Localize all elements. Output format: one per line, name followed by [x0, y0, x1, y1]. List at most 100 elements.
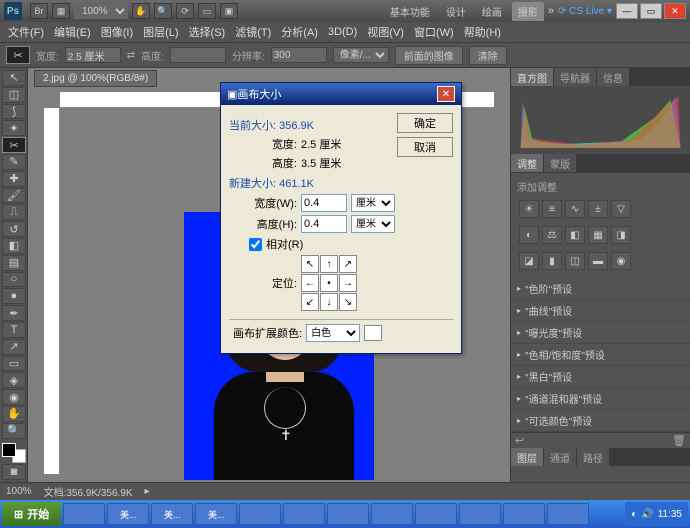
adj-invert-icon[interactable]: ◪ — [519, 252, 539, 270]
screen-mode-icon[interactable]: ▣ — [220, 3, 238, 19]
wand-tool[interactable]: ✦ — [2, 120, 26, 136]
workspace-tab-basic[interactable]: 基本功能 — [384, 2, 436, 21]
text-tool[interactable]: T — [2, 322, 26, 338]
preset-selcol[interactable]: "可选颜色"预设 — [511, 410, 690, 432]
brush-tool[interactable]: 🖌 — [2, 188, 26, 204]
hand-icon[interactable]: ✋ — [132, 3, 150, 19]
menu-image[interactable]: 图像(I) — [97, 22, 137, 42]
ext-color-swatch[interactable] — [364, 325, 382, 341]
tab-layers[interactable]: 图层 — [511, 448, 544, 466]
zoom-select[interactable]: 100% — [74, 4, 128, 19]
anchor-se[interactable]: ↘ — [339, 293, 357, 311]
width-unit-select[interactable]: 厘米 — [351, 194, 395, 212]
task-button[interactable] — [283, 503, 325, 525]
anchor-c[interactable]: • — [320, 274, 338, 292]
tray-clock[interactable]: 11:35 — [658, 509, 682, 520]
task-button[interactable] — [371, 503, 413, 525]
menu-layer[interactable]: 图层(L) — [139, 22, 182, 42]
anchor-e[interactable]: → — [339, 274, 357, 292]
marquee-tool[interactable]: ◫ — [2, 87, 26, 103]
adj-colbal-icon[interactable]: ⚖ — [542, 226, 562, 244]
adj-photo-icon[interactable]: ▦ — [588, 226, 608, 244]
rotate-icon[interactable]: ⟳ — [176, 3, 194, 19]
menu-window[interactable]: 窗口(W) — [410, 22, 458, 42]
tab-navigator[interactable]: 导航器 — [554, 68, 597, 86]
3d-camera-tool[interactable]: ◉ — [2, 389, 26, 405]
anchor-ne[interactable]: ↗ — [339, 255, 357, 273]
zoom-icon[interactable]: 🔍 — [154, 3, 172, 19]
fg-color-swatch[interactable] — [2, 443, 16, 457]
gradient-tool[interactable]: ▤ — [2, 255, 26, 271]
dialog-titlebar[interactable]: ▣ 画布大小 ✕ — [221, 83, 461, 105]
new-width-input[interactable] — [301, 194, 347, 212]
adj-poster-icon[interactable]: ▮ — [542, 252, 562, 270]
adj-curves-icon[interactable]: ∿ — [565, 200, 585, 218]
bridge-icon[interactable]: Br — [30, 3, 48, 19]
cancel-button[interactable]: 取消 — [397, 137, 453, 157]
menu-help[interactable]: 帮助(H) — [460, 22, 505, 42]
workspace-tab-photo[interactable]: 摄影 — [512, 2, 544, 21]
menu-view[interactable]: 视图(V) — [363, 22, 408, 42]
adj-gradmap-icon[interactable]: ▬ — [588, 252, 608, 270]
preset-return-icon[interactable]: ↩ — [515, 434, 524, 447]
task-button[interactable] — [547, 503, 589, 525]
hand-tool[interactable]: ✋ — [2, 406, 26, 422]
preset-curves[interactable]: "曲线"预设 — [511, 300, 690, 322]
eraser-tool[interactable]: ◧ — [2, 238, 26, 254]
adj-brightness-icon[interactable]: ☀ — [519, 200, 539, 218]
adj-exposure-icon[interactable]: ± — [588, 200, 608, 218]
tab-channels[interactable]: 通道 — [544, 448, 577, 466]
heal-tool[interactable]: ✚ — [2, 171, 26, 187]
anchor-s[interactable]: ↓ — [320, 293, 338, 311]
task-button[interactable]: 美... — [195, 503, 237, 525]
minibridge-icon[interactable]: ▦ — [52, 3, 70, 19]
lasso-tool[interactable]: ⟆ — [2, 104, 26, 120]
zoom-tool[interactable]: 🔍 — [2, 423, 26, 439]
stamp-tool[interactable]: ⎍ — [2, 204, 26, 220]
ext-color-select[interactable]: 白色 — [306, 324, 360, 342]
menu-3d[interactable]: 3D(D) — [324, 24, 361, 40]
preset-hue[interactable]: "色相/饱和度"预设 — [511, 344, 690, 366]
task-button[interactable]: 美... — [151, 503, 193, 525]
tab-info[interactable]: 信息 — [597, 68, 630, 86]
adj-hue-icon[interactable]: ◐ — [519, 226, 539, 244]
anchor-nw[interactable]: ↖ — [301, 255, 319, 273]
clear-button[interactable]: 清除 — [469, 46, 507, 65]
task-button[interactable] — [503, 503, 545, 525]
opt-res-unit[interactable]: 像素/... — [333, 47, 389, 63]
workspace-tab-paint[interactable]: 绘画 — [476, 2, 508, 21]
task-button[interactable] — [459, 503, 501, 525]
tab-paths[interactable]: 路径 — [577, 448, 610, 466]
opt-width-input[interactable] — [65, 47, 121, 63]
preset-levels[interactable]: "色阶"预设 — [511, 278, 690, 300]
anchor-n[interactable]: ↑ — [320, 255, 338, 273]
crop-tool[interactable]: ✂ — [2, 137, 26, 153]
start-button[interactable]: ⊞开始 — [2, 502, 61, 526]
task-button[interactable] — [415, 503, 457, 525]
minimize-button[interactable]: — — [616, 3, 638, 19]
adj-mixer-icon[interactable]: ◨ — [611, 226, 631, 244]
opt-height-input[interactable] — [170, 47, 226, 63]
task-button[interactable] — [63, 503, 105, 525]
history-brush-tool[interactable]: ↺ — [2, 221, 26, 237]
dodge-tool[interactable]: ● — [2, 288, 26, 304]
menu-select[interactable]: 选择(S) — [185, 22, 230, 42]
opt-res-input[interactable] — [271, 47, 327, 63]
adj-vibrance-icon[interactable]: ▽ — [611, 200, 631, 218]
tray-icon[interactable]: 🔊 — [641, 509, 653, 520]
preset-bw[interactable]: "黑白"预设 — [511, 366, 690, 388]
task-button[interactable] — [327, 503, 369, 525]
workspace-more-icon[interactable]: » — [548, 5, 554, 17]
ok-button[interactable]: 确定 — [397, 113, 453, 133]
eyedropper-tool[interactable]: ✎ — [2, 154, 26, 170]
pen-tool[interactable]: ✒ — [2, 305, 26, 321]
preset-exposure[interactable]: "曝光度"预设 — [511, 322, 690, 344]
move-tool[interactable]: ↖ — [2, 70, 26, 86]
ruler-vertical[interactable] — [44, 108, 60, 474]
crop-tool-indicator[interactable]: ✂ — [6, 46, 30, 64]
color-swatches[interactable] — [2, 443, 26, 464]
blur-tool[interactable]: ○ — [2, 272, 26, 288]
new-height-input[interactable] — [301, 215, 347, 233]
menu-filter[interactable]: 滤镜(T) — [231, 22, 275, 42]
dialog-close-button[interactable]: ✕ — [437, 86, 455, 102]
